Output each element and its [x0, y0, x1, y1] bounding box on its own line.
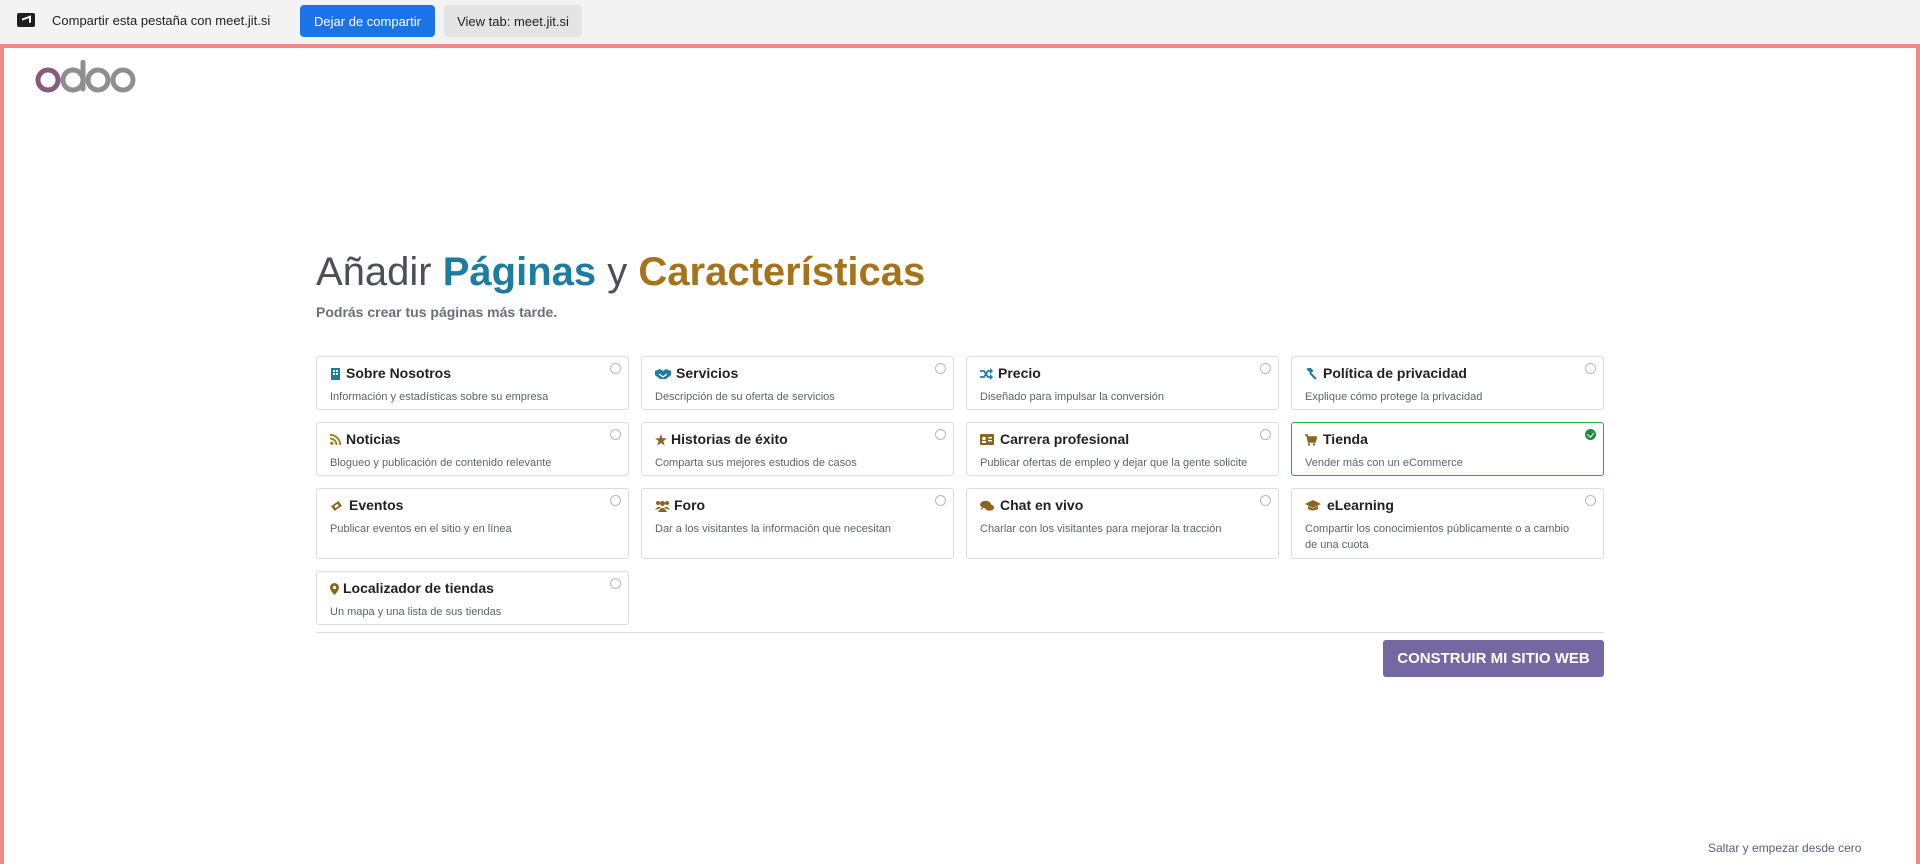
- handshake-icon: [655, 368, 671, 380]
- build-website-button[interactable]: CONSTRUIR MI SITIO WEB: [1383, 640, 1604, 677]
- feature-card-description: Publicar ofertas de empleo y dejar que l…: [980, 457, 1248, 469]
- cart-icon: [1305, 434, 1318, 446]
- feature-card-title: Localizador de tiendas: [343, 580, 494, 596]
- gavel-icon: [1305, 366, 1317, 380]
- id-card-icon: [980, 434, 994, 446]
- shared-tab-frame: [0, 44, 1920, 864]
- title-features: Características: [638, 250, 926, 294]
- feature-card-description: Compartir los conocimientos públicamente…: [1305, 523, 1570, 551]
- feature-select-radio[interactable]: [935, 363, 946, 374]
- feature-card-shop[interactable]: Tienda Vender más con un eCommerce: [1291, 422, 1604, 476]
- users-icon: [655, 500, 670, 512]
- feature-card-services[interactable]: Servicios Descripción de su oferta de se…: [641, 356, 954, 410]
- comments-icon: [980, 500, 994, 512]
- tab-sharing-bar: Compartir esta pestaña con meet.jit.si D…: [0, 0, 1920, 44]
- building-icon: [330, 368, 342, 380]
- feature-card-title: Carrera profesional: [1000, 431, 1130, 447]
- feature-select-radio[interactable]: [610, 363, 621, 374]
- feature-card-title: Chat en vivo: [1000, 497, 1084, 513]
- feature-card-title: Historias de éxito: [671, 431, 788, 447]
- feature-card-description: Blogueo y publicación de contenido relev…: [330, 457, 552, 469]
- feature-card-events[interactable]: Eventos Publicar eventos en el sitio y e…: [316, 488, 629, 559]
- ticket-icon: [330, 500, 342, 512]
- feature-card-description: Publicar eventos en el sitio y en línea: [330, 523, 512, 535]
- feature-card-description: Diseñado para impulsar la conversión: [980, 391, 1165, 403]
- feature-card-description: Explique cómo protege la privacidad: [1305, 391, 1483, 403]
- feature-select-radio[interactable]: [610, 429, 621, 440]
- feature-select-radio[interactable]: [610, 495, 621, 506]
- feature-card-pricing[interactable]: Precio Diseñado para impulsar la convers…: [966, 356, 1279, 410]
- odoo-logo: [35, 60, 136, 93]
- graduation-cap-icon: [1305, 500, 1321, 512]
- feature-card-title: Eventos: [349, 497, 404, 513]
- feature-card-description: Comparta sus mejores estudios de casos: [655, 457, 857, 469]
- title-pages: Páginas: [442, 250, 597, 294]
- feature-card-live-chat[interactable]: Chat en vivo Charlar con los visitantes …: [966, 488, 1279, 559]
- feature-select-radio[interactable]: [1585, 363, 1596, 374]
- star-icon: [655, 434, 667, 446]
- feature-card-description: Dar a los visitantes la información que …: [655, 523, 892, 535]
- feature-card-description: Descripción de su oferta de servicios: [655, 391, 835, 403]
- feature-select-radio[interactable]: [935, 495, 946, 506]
- feature-card-store-locator[interactable]: Localizador de tiendas Un mapa y una lis…: [316, 571, 629, 625]
- feature-card-description: Charlar con los visitantes para mejorar …: [980, 523, 1222, 535]
- selected-check-icon[interactable]: [1585, 429, 1596, 440]
- feature-card-description: Vender más con un eCommerce: [1305, 457, 1463, 469]
- feature-card-title: eLearning: [1327, 497, 1394, 513]
- feature-card-success-stories[interactable]: Historias de éxito Comparta sus mejores …: [641, 422, 954, 476]
- feature-card-title: Servicios: [676, 365, 739, 381]
- feature-select-radio[interactable]: [1260, 363, 1271, 374]
- title-and: y: [607, 250, 628, 294]
- feature-card-careers[interactable]: Carrera profesional Publicar ofertas de …: [966, 422, 1279, 476]
- page-title: Añadir Páginas y Características: [316, 250, 925, 295]
- feature-card-title: Política de privacidad: [1323, 365, 1467, 381]
- map-marker-icon: [330, 583, 342, 595]
- feature-card-forum[interactable]: Foro Dar a los visitantes la información…: [641, 488, 954, 559]
- feature-card-description: Un mapa y una lista de sus tiendas: [330, 606, 502, 618]
- feature-card-privacy-policy[interactable]: Política de privacidad Explique cómo pro…: [1291, 356, 1604, 410]
- feature-select-radio[interactable]: [1585, 495, 1596, 506]
- title-prefix: Añadir: [316, 250, 432, 294]
- feature-card-news[interactable]: Noticias Blogueo y publicación de conten…: [316, 422, 629, 476]
- sharing-status-text: Compartir esta pestaña con meet.jit.si: [52, 13, 271, 28]
- view-tab-button[interactable]: View tab: meet.jit.si: [444, 5, 582, 37]
- feature-card-title: Noticias: [346, 431, 401, 447]
- feature-select-radio[interactable]: [935, 429, 946, 440]
- divider: [316, 632, 1604, 633]
- feature-card-title: Sobre Nosotros: [346, 365, 452, 381]
- feature-card-elearning[interactable]: eLearning Compartir los conocimientos pú…: [1291, 488, 1604, 559]
- skip-and-start-from-scratch-link[interactable]: Saltar y empezar desde cero: [1708, 841, 1861, 855]
- random-icon: [980, 368, 993, 380]
- page-subtitle: Podrás crear tus páginas más tarde.: [316, 304, 558, 320]
- feature-select-radio[interactable]: [1260, 495, 1271, 506]
- screen-share-icon: [17, 13, 35, 27]
- feature-card-description: Información y estadísticas sobre su empr…: [330, 391, 549, 403]
- feature-select-radio[interactable]: [610, 578, 621, 589]
- feature-card-title: Tienda: [1323, 431, 1368, 447]
- feature-card-about-us[interactable]: Sobre Nosotros Información y estadística…: [316, 356, 629, 410]
- feature-card-title: Precio: [998, 365, 1041, 381]
- feature-select-radio[interactable]: [1260, 429, 1271, 440]
- stop-sharing-button[interactable]: Dejar de compartir: [300, 5, 435, 37]
- feature-card-title: Foro: [674, 497, 706, 513]
- rss-icon: [329, 433, 342, 446]
